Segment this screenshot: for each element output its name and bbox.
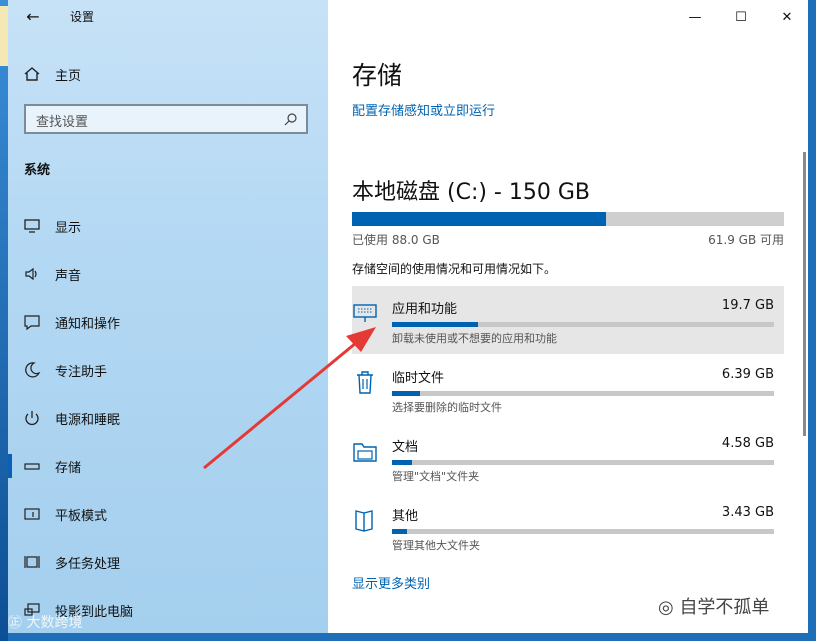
sidebar-item-label: 多任务处理 <box>55 557 121 572</box>
search-placeholder: 查找设置 <box>36 115 89 130</box>
search-icon <box>284 113 297 126</box>
monitor-icon <box>24 219 40 233</box>
category-apps[interactable]: 应用和功能 19.7 GB 卸载未使用或不想要的应用和功能 <box>352 286 784 354</box>
watermark-left: ㊣ 大数跨境 <box>8 615 83 631</box>
minimize-button[interactable]: — <box>680 6 710 30</box>
sidebar-item-label: 电源和睡眠 <box>55 413 121 428</box>
notification-icon <box>24 315 40 331</box>
watermark-right: ◎ 自学不孤单 <box>658 597 770 618</box>
desktop-strip <box>0 0 8 641</box>
category-subtitle: 卸载未使用或不想要的应用和功能 <box>392 332 557 345</box>
show-more-categories-link[interactable]: 显示更多类别 <box>352 573 430 592</box>
usage-description: 存储空间的使用情况和可用情况如下。 <box>352 262 557 276</box>
maximize-button[interactable]: ☐ <box>726 6 756 30</box>
category-bar <box>392 460 774 465</box>
category-bar <box>392 391 774 396</box>
sidebar-item-notifications[interactable]: 通知和操作 <box>8 302 328 342</box>
sidebar-item-label: 平板模式 <box>55 509 108 524</box>
sidebar-item-home[interactable]: 主页 <box>8 54 328 94</box>
sidebar-item-display[interactable]: 显示 <box>8 206 328 246</box>
sidebar-item-power[interactable]: 电源和睡眠 <box>8 398 328 438</box>
category-temp-files[interactable]: 临时文件 6.39 GB 选择要删除的临时文件 <box>352 355 784 423</box>
category-bar-fill <box>392 460 412 465</box>
multitask-icon <box>24 556 40 568</box>
scrollbar[interactable] <box>803 152 806 436</box>
sidebar-item-label: 主页 <box>55 69 82 84</box>
folder-icon <box>353 443 377 462</box>
sidebar-item-label: 专注助手 <box>55 365 108 380</box>
available-label: 61.9 GB 可用 <box>708 233 784 247</box>
moon-icon <box>25 362 41 378</box>
disk-title: 本地磁盘 (C:) - 150 GB <box>352 180 590 205</box>
category-bar-fill <box>392 529 407 534</box>
settings-window: ← 设置 主页 查找设置 系统 显示 声音 通知和操作 专注助手 电源和睡眠 存… <box>8 0 808 633</box>
category-size: 19.7 GB <box>721 298 774 313</box>
used-label: 已使用 88.0 GB <box>352 233 440 247</box>
page-title: 存储 <box>352 61 403 90</box>
sidebar-item-focus[interactable]: 专注助手 <box>8 350 328 390</box>
trash-icon <box>357 371 373 394</box>
category-subtitle: 选择要删除的临时文件 <box>392 401 502 414</box>
sidebar-item-label: 显示 <box>55 221 82 236</box>
category-size: 4.58 GB <box>721 436 774 451</box>
disk-usage-fill <box>352 212 606 226</box>
section-heading: 系统 <box>24 163 51 178</box>
sidebar-item-sound[interactable]: 声音 <box>8 254 328 294</box>
desktop-icon <box>0 6 8 66</box>
sidebar-item-storage[interactable]: 存储 <box>8 446 328 486</box>
window-title: 设置 <box>70 10 95 24</box>
category-name: 其他 <box>392 509 419 524</box>
category-documents[interactable]: 文档 4.58 GB 管理"文档"文件夹 <box>352 424 784 492</box>
back-button[interactable]: ← <box>22 6 44 28</box>
title-bar: ← 设置 <box>8 0 328 36</box>
category-subtitle: 管理其他大文件夹 <box>392 539 480 552</box>
sidebar-item-tablet[interactable]: 平板模式 <box>8 494 328 534</box>
sidebar-item-label: 通知和操作 <box>55 317 121 332</box>
category-name: 应用和功能 <box>392 302 458 317</box>
sidebar: ← 设置 主页 查找设置 系统 显示 声音 通知和操作 专注助手 电源和睡眠 存… <box>8 0 328 633</box>
close-button[interactable]: ✕ <box>772 6 802 30</box>
sidebar-item-label: 声音 <box>55 269 82 284</box>
category-subtitle: 管理"文档"文件夹 <box>392 470 480 483</box>
configure-storage-sense-link[interactable]: 配置存储感知或立即运行 <box>352 100 495 119</box>
other-icon <box>355 510 373 532</box>
category-other[interactable]: 其他 3.43 GB 管理其他大文件夹 <box>352 493 784 561</box>
sidebar-item-multitasking[interactable]: 多任务处理 <box>8 542 328 582</box>
disk-usage-bar <box>352 212 784 226</box>
category-bar <box>392 529 774 534</box>
sidebar-item-label: 存储 <box>55 461 82 476</box>
category-name: 文档 <box>392 440 419 455</box>
category-name: 临时文件 <box>392 371 445 386</box>
search-input[interactable]: 查找设置 <box>24 104 308 134</box>
power-icon <box>25 411 39 426</box>
storage-icon <box>24 463 40 470</box>
main-content: — ☐ ✕ 存储 配置存储感知或立即运行 本地磁盘 (C:) - 150 GB … <box>328 0 808 633</box>
category-size: 3.43 GB <box>721 505 774 520</box>
category-bar-fill <box>392 322 478 327</box>
home-icon <box>24 67 40 81</box>
speaker-icon <box>25 267 37 281</box>
category-size: 6.39 GB <box>721 367 774 382</box>
category-bar <box>392 322 774 327</box>
tablet-icon <box>24 508 40 520</box>
category-bar-fill <box>392 391 420 396</box>
apps-icon <box>353 304 377 322</box>
